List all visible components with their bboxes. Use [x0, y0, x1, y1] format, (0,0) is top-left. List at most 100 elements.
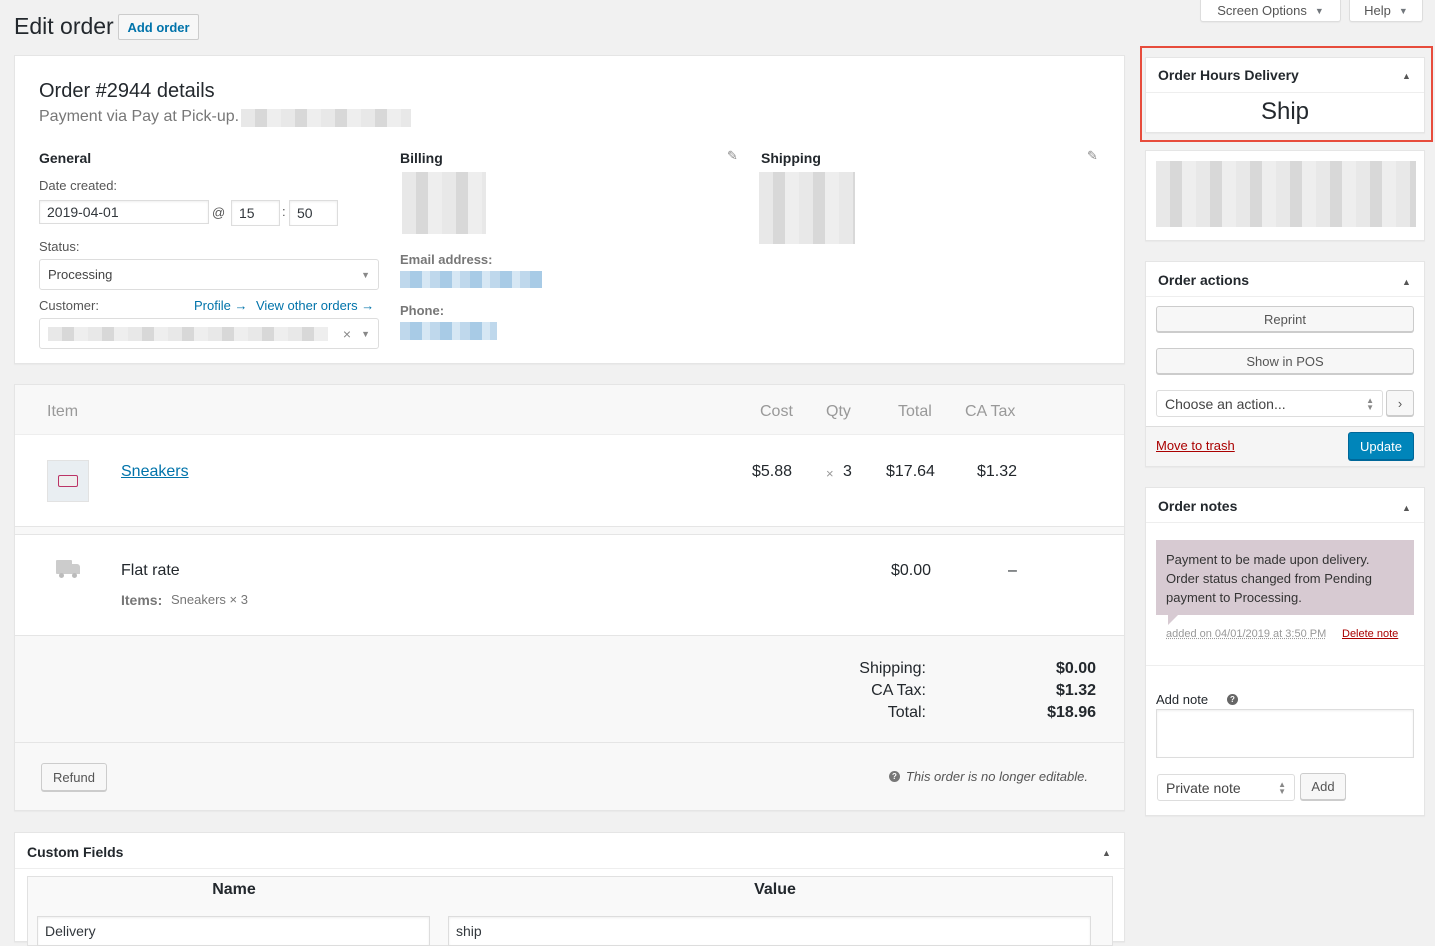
product-total: $17.64 [886, 463, 935, 480]
customer-label: Customer: [39, 298, 99, 313]
add-note-textarea[interactable] [1156, 709, 1414, 758]
clear-icon[interactable]: × [343, 326, 351, 342]
col-ca-tax: CA Tax [965, 403, 1016, 420]
product-tax: $1.32 [977, 463, 1018, 480]
product-qty: 3 [843, 463, 852, 480]
shipping-total-value: $0.00 [1055, 660, 1096, 677]
col-item: Item [47, 403, 79, 420]
help-button[interactable]: Help ▼ [1349, 0, 1423, 22]
order-details-panel: Order #2944 details Payment via Pay at P… [14, 55, 1125, 364]
hour-input[interactable]: 15 [231, 200, 280, 226]
add-note-button[interactable]: Add [1300, 773, 1346, 800]
show-in-pos-button[interactable]: Show in POS [1156, 348, 1414, 374]
add-order-button[interactable]: Add order [118, 14, 199, 40]
shipping-method: Flat rate [121, 562, 180, 579]
totals-values: $0.00 $1.32 $18.96 [975, 658, 1096, 724]
update-button[interactable]: Update [1348, 432, 1414, 460]
apply-action-button[interactable]: › [1386, 390, 1414, 416]
help-icon[interactable]: ? [1227, 694, 1238, 705]
grand-total-label: Total: [887, 704, 926, 721]
add-note-label: Add note [1156, 692, 1209, 707]
customer-select[interactable]: × ▼ [39, 318, 379, 349]
grand-total-value: $18.96 [1047, 704, 1096, 721]
product-link[interactable]: Sneakers [121, 463, 189, 481]
items-table-header [15, 385, 1124, 435]
payment-method: Payment via Pay at Pick-up. [39, 108, 240, 125]
order-notes-title: Order notes [1158, 498, 1238, 514]
redacted-phone [400, 322, 497, 340]
time-colon: : [282, 204, 286, 219]
minute-input[interactable]: 50 [289, 200, 338, 226]
date-created-input[interactable]: 2019-04-01 [39, 200, 209, 224]
order-actions-title: Order actions [1158, 272, 1250, 288]
status-value: Processing [48, 267, 113, 282]
hours-delivery-title: Order Hours Delivery [1158, 67, 1299, 83]
note-pointer [1168, 615, 1178, 625]
note-type-select[interactable]: Private note ▲ ▼ [1157, 774, 1295, 801]
custom-fields-title: Custom Fields [27, 844, 124, 860]
dropdown-arrow-icon: ▼ [361, 269, 370, 280]
row-divider [15, 526, 1124, 535]
product-image-icon [58, 475, 78, 487]
order-notes-box: Order notes ▲ Payment to be made upon de… [1145, 487, 1425, 816]
page-title: Edit order [14, 13, 114, 39]
product-cost: $5.88 [752, 463, 793, 480]
totals-section [15, 635, 1124, 743]
shipping-items-label: Items: [121, 592, 163, 608]
collapse-arrow-icon[interactable]: ▲ [1402, 71, 1411, 81]
delivery-type-value: Ship [1260, 98, 1310, 125]
redacted-box [1145, 150, 1425, 241]
order-items-panel: Item Cost Qty Total CA Tax Sneakers $5.8… [14, 384, 1125, 811]
shipping-heading: Shipping [761, 150, 821, 166]
move-to-trash-link[interactable]: Move to trash [1156, 438, 1235, 453]
pencil-icon[interactable]: ✎ [727, 148, 738, 164]
redacted-email [400, 271, 542, 288]
general-heading: General [39, 150, 92, 166]
screen-options-button[interactable]: Screen Options ▼ [1200, 0, 1341, 22]
reprint-button[interactable]: Reprint [1156, 306, 1414, 332]
order-heading: Order #2944 details [39, 80, 215, 102]
collapse-arrow-icon[interactable]: ▲ [1402, 277, 1411, 287]
note-type-value: Private note [1166, 779, 1241, 796]
status-select[interactable]: Processing ▼ [39, 259, 379, 290]
value-column-header: Value [754, 881, 796, 898]
phone-label: Phone: [400, 303, 445, 318]
screen-options-label: Screen Options [1217, 3, 1307, 18]
collapse-arrow-icon[interactable]: ▲ [1402, 503, 1411, 513]
col-total: Total [898, 403, 932, 420]
dropdown-arrow-icon: ▼ [361, 328, 370, 339]
tax-total-label: CA Tax: [871, 682, 926, 699]
stepper-arrows-icon: ▲ ▼ [1366, 395, 1374, 412]
redacted-billing-address [402, 172, 486, 234]
shipping-tax: – [1008, 562, 1017, 579]
redacted-customer [48, 326, 328, 341]
refund-button[interactable]: Refund [41, 763, 107, 791]
name-column-header: Name [212, 881, 256, 898]
status-label: Status: [39, 239, 80, 254]
shipping-total: $0.00 [891, 562, 932, 579]
collapse-arrow-icon[interactable]: ▲ [1102, 848, 1111, 858]
custom-field-name-input[interactable]: Delivery [37, 916, 430, 946]
view-other-orders-link[interactable]: View other orders → [256, 298, 374, 313]
truck-icon [56, 560, 80, 578]
col-cost: Cost [760, 403, 793, 420]
help-icon: ? [888, 771, 900, 782]
delete-note-link[interactable]: Delete note [1342, 628, 1398, 640]
chevron-right-icon: › [1397, 395, 1403, 411]
custom-fields-panel: Custom Fields ▲ Name Value Delivery ship [14, 832, 1125, 946]
date-created-label: Date created: [39, 178, 118, 193]
profile-link[interactable]: Profile → [194, 298, 247, 313]
pencil-icon[interactable]: ✎ [1087, 148, 1098, 164]
order-action-select[interactable]: Choose an action... ▲ ▼ [1156, 390, 1383, 417]
qty-times: × [826, 466, 834, 481]
product-thumbnail [47, 460, 89, 502]
caret-down-icon: ▼ [1398, 5, 1408, 16]
col-qty: Qty [826, 403, 851, 420]
custom-field-value-input[interactable]: ship [448, 916, 1091, 946]
redacted-text [241, 109, 411, 127]
shipping-total-label: Shipping: [859, 660, 926, 677]
stepper-arrows-icon: ▲ ▼ [1278, 779, 1286, 796]
not-editable-notice: ? This order is no longer editable. [878, 769, 1088, 784]
order-actions-box: Order actions ▲ Reprint Show in POS Choo… [1145, 261, 1425, 467]
order-note: Payment to be made upon delivery. Order … [1156, 540, 1414, 615]
